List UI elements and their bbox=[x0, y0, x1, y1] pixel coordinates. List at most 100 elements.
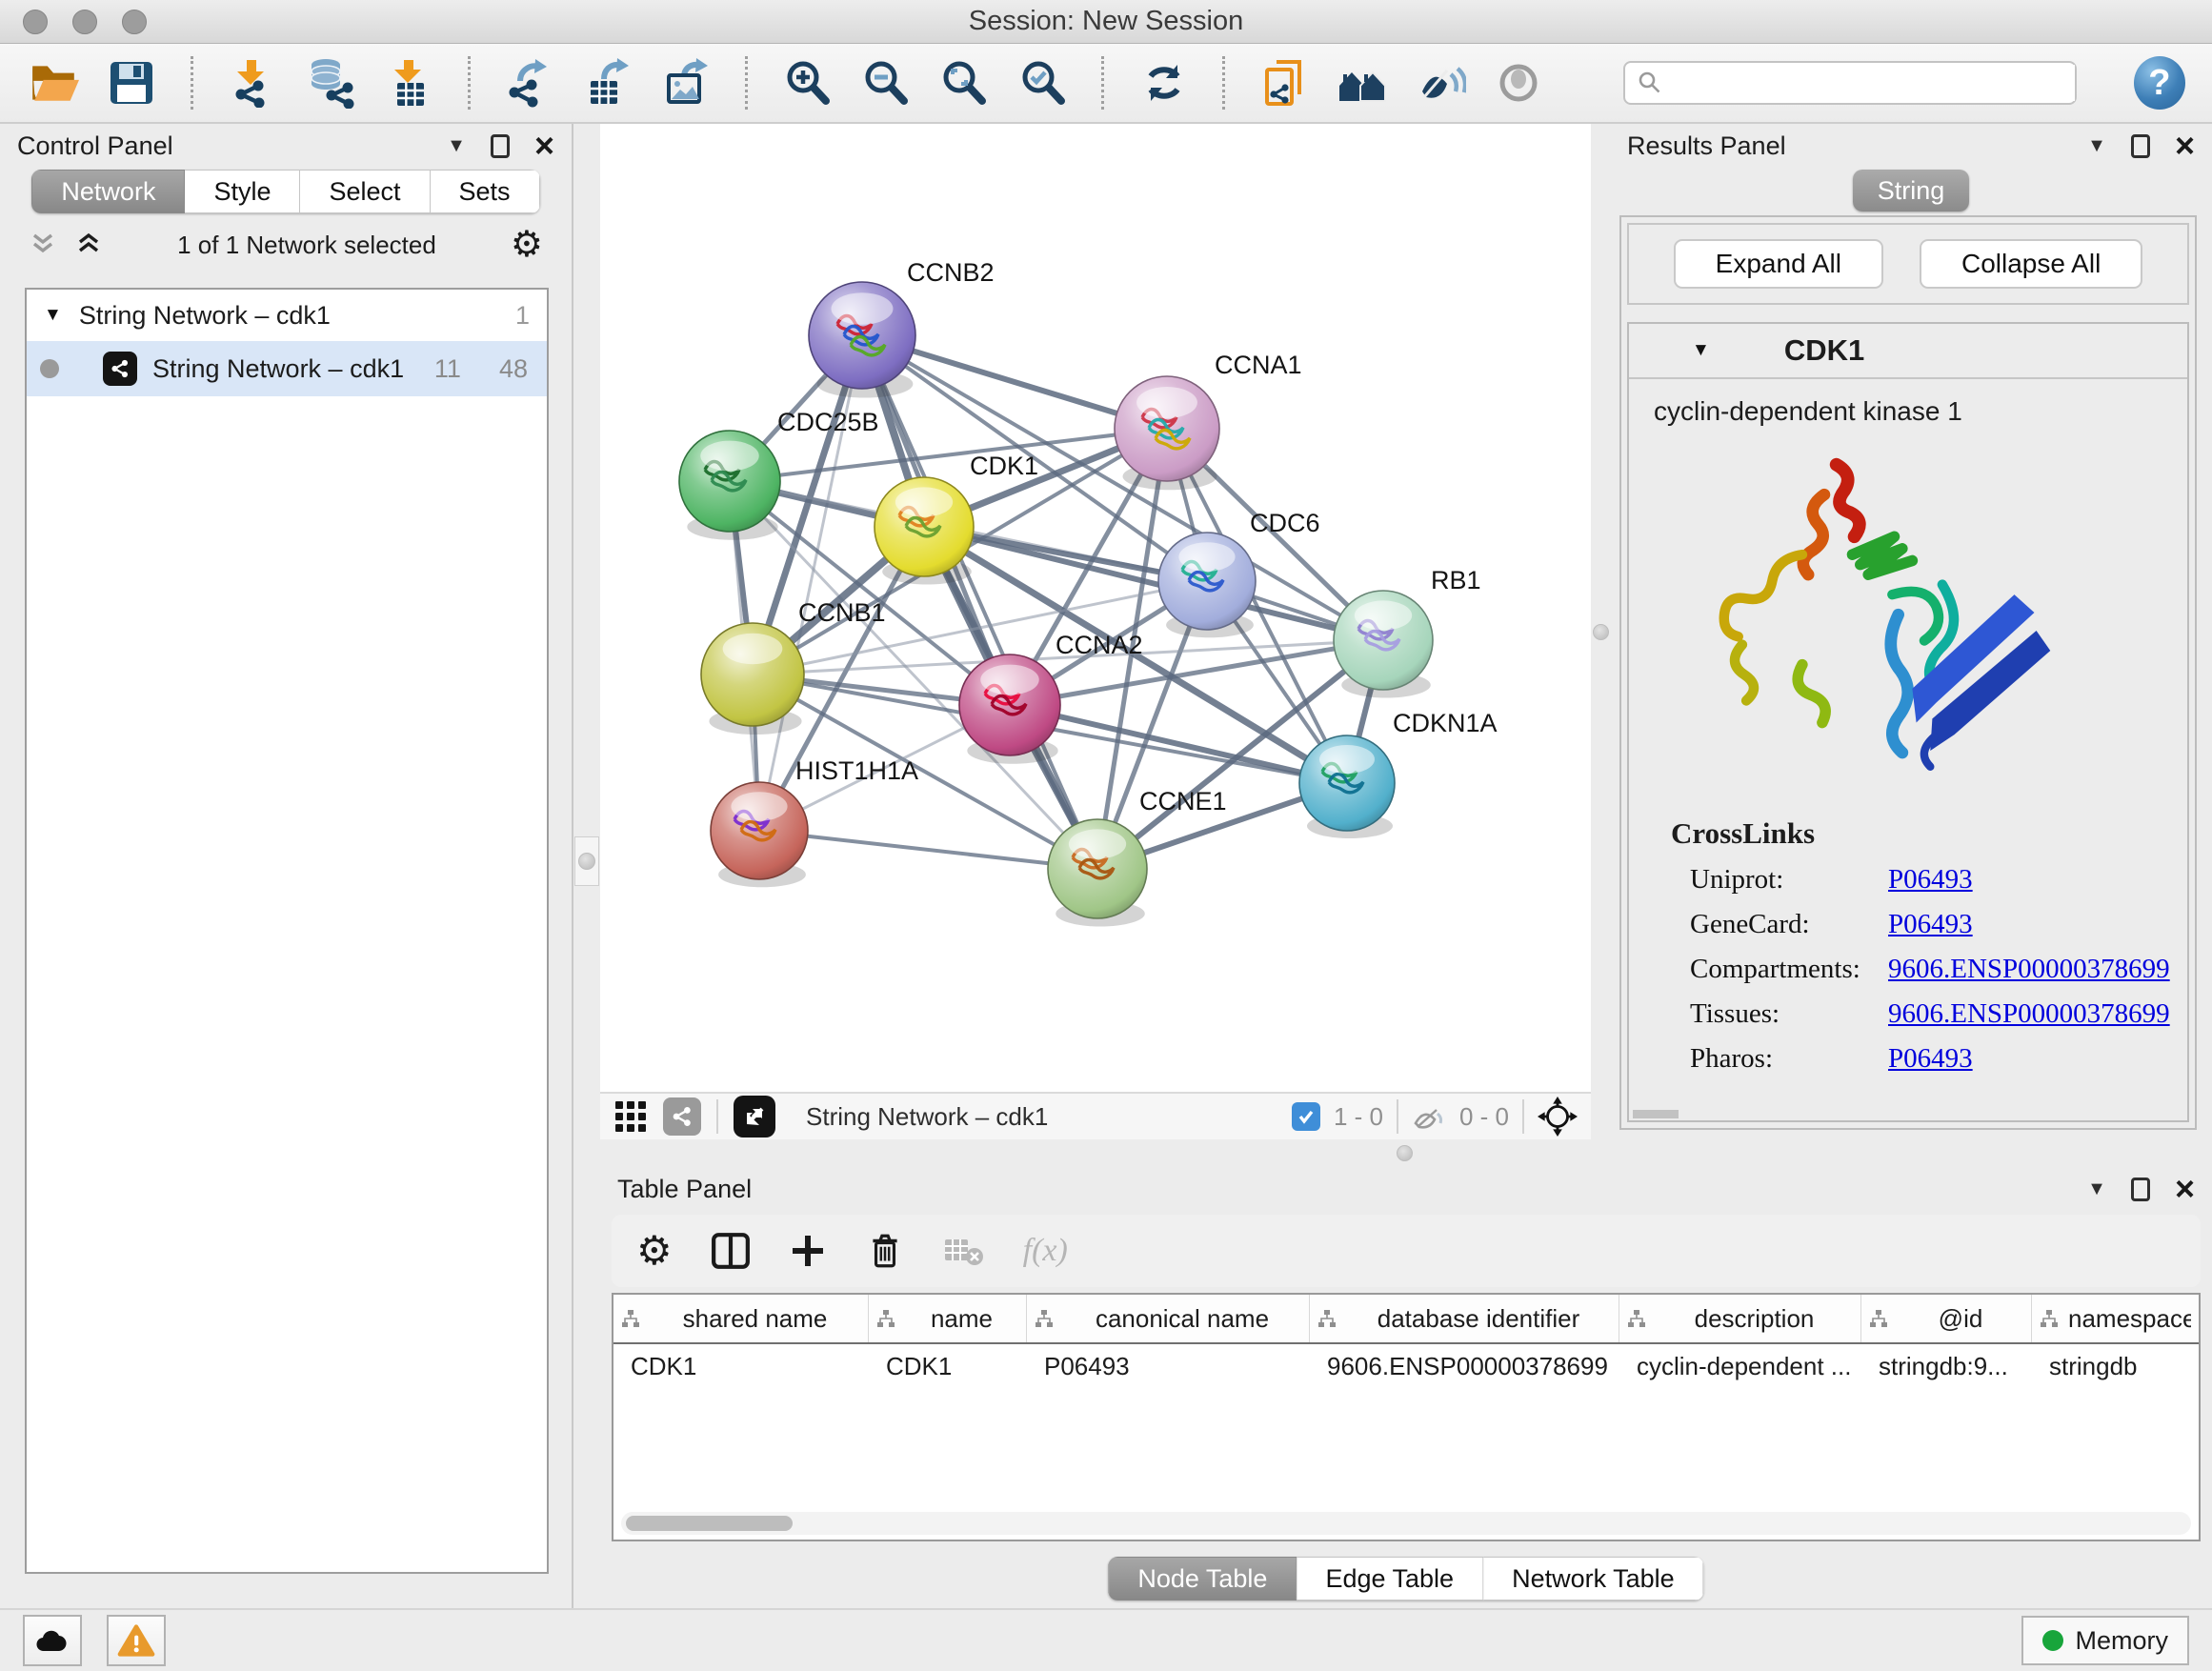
delete-table-icon[interactable] bbox=[943, 1234, 985, 1268]
right-splitter[interactable] bbox=[1591, 124, 1610, 1139]
cell-namespace[interactable]: stringdb bbox=[2032, 1344, 2199, 1390]
tab-network-table[interactable]: Network Table bbox=[1483, 1557, 1704, 1601]
expand-all-icon[interactable] bbox=[74, 232, 103, 258]
column-header[interactable]: name bbox=[869, 1295, 1027, 1342]
expand-all-button[interactable]: Expand All bbox=[1674, 239, 1883, 289]
collapse-all-button[interactable]: Collapse All bbox=[1920, 239, 2142, 289]
show-columns-icon[interactable] bbox=[711, 1231, 751, 1271]
export-network-button[interactable] bbox=[503, 54, 556, 111]
genecard-link[interactable]: P06493 bbox=[1888, 909, 1973, 940]
warnings-button[interactable] bbox=[107, 1615, 166, 1666]
float-panel-icon[interactable] bbox=[2131, 134, 2150, 158]
collapse-panel-icon[interactable]: ▼ bbox=[2087, 1178, 2106, 1200]
clone-network-button[interactable] bbox=[1257, 54, 1311, 111]
tab-sets[interactable]: Sets bbox=[431, 170, 540, 213]
gene-expand-caret-icon[interactable]: ▼ bbox=[1692, 340, 1710, 361]
compartments-link[interactable]: 9606.ENSP00000378699 bbox=[1888, 954, 2170, 985]
tab-select[interactable]: Select bbox=[300, 170, 430, 213]
import-network-file-button[interactable] bbox=[226, 54, 279, 111]
horizontal-splitter-grabber[interactable] bbox=[1397, 1145, 1413, 1161]
cell-id[interactable]: stringdb:9... bbox=[1861, 1344, 2032, 1390]
import-network-database-button[interactable] bbox=[304, 54, 357, 111]
column-header[interactable]: shared name bbox=[613, 1295, 869, 1342]
close-panel-icon[interactable]: × bbox=[2175, 1172, 2195, 1206]
network-options-gear-icon[interactable]: ⚙ bbox=[511, 227, 543, 263]
table-horizontal-scrollbar[interactable] bbox=[621, 1512, 2191, 1535]
tab-string[interactable]: String bbox=[1853, 170, 1969, 211]
tab-edge-table[interactable]: Edge Table bbox=[1297, 1557, 1483, 1601]
close-window-icon[interactable] bbox=[23, 10, 48, 34]
warning-icon bbox=[117, 1623, 155, 1658]
gene-symbol: CDK1 bbox=[1784, 333, 1864, 368]
import-table-file-button[interactable] bbox=[382, 54, 435, 111]
refresh-icon bbox=[1139, 59, 1187, 107]
results-scrollbar[interactable] bbox=[1633, 1110, 1679, 1118]
network-row-selected[interactable]: String Network – cdk1 11 48 bbox=[27, 341, 547, 396]
network-canvas[interactable]: CCNB2CCNA1CDC25BCDK1CDC6RB1CCNB1CCNA2CDK… bbox=[600, 124, 1591, 1139]
refresh-button[interactable] bbox=[1136, 54, 1190, 111]
selected-items-checkbox[interactable] bbox=[1292, 1102, 1320, 1131]
export-table-button[interactable] bbox=[581, 54, 634, 111]
tab-style[interactable]: Style bbox=[185, 170, 300, 213]
cell-name[interactable]: CDK1 bbox=[869, 1344, 1027, 1390]
hierarchy-icon bbox=[1869, 1309, 1888, 1328]
column-header[interactable]: database identifier bbox=[1310, 1295, 1619, 1342]
zoom-selected-button[interactable] bbox=[1016, 54, 1069, 111]
cell-shared-name[interactable]: CDK1 bbox=[613, 1344, 869, 1390]
column-header[interactable]: @id bbox=[1861, 1295, 2032, 1342]
column-header[interactable]: description bbox=[1619, 1295, 1861, 1342]
save-session-button[interactable] bbox=[105, 54, 158, 111]
cell-database-identifier[interactable]: 9606.ENSP00000378699 bbox=[1310, 1344, 1619, 1390]
cell-canonical-name[interactable]: P06493 bbox=[1027, 1344, 1310, 1390]
tab-node-table[interactable]: Node Table bbox=[1108, 1557, 1297, 1601]
collapse-panel-icon[interactable]: ▼ bbox=[2087, 135, 2106, 157]
birds-eye-view-icon[interactable] bbox=[1538, 1097, 1578, 1137]
detach-view-icon[interactable] bbox=[734, 1096, 775, 1137]
delete-column-icon[interactable] bbox=[865, 1231, 905, 1271]
cell-description[interactable]: cyclin-dependent ... bbox=[1619, 1344, 1861, 1390]
horizontal-splitter[interactable] bbox=[600, 1139, 2212, 1167]
right-splitter-grabber[interactable] bbox=[1593, 624, 1609, 640]
collapse-all-icon[interactable] bbox=[29, 232, 57, 258]
column-header[interactable]: canonical name bbox=[1027, 1295, 1310, 1342]
tab-network[interactable]: Network bbox=[31, 170, 185, 213]
network-overview-button[interactable] bbox=[1336, 54, 1389, 111]
left-splitter[interactable] bbox=[572, 124, 600, 1608]
column-header[interactable]: namespace bbox=[2032, 1295, 2199, 1342]
window-controls bbox=[23, 10, 147, 34]
network-view-type-icon[interactable] bbox=[663, 1097, 701, 1136]
hide-graphics-details-button[interactable] bbox=[1414, 54, 1467, 111]
zoom-fit-button[interactable] bbox=[936, 54, 990, 111]
zoom-in-button[interactable] bbox=[780, 54, 834, 111]
search-input[interactable] bbox=[1671, 65, 2075, 101]
open-session-button[interactable] bbox=[27, 54, 80, 111]
cloud-status-button[interactable] bbox=[23, 1615, 82, 1666]
network-collection-row[interactable]: ▼ String Network – cdk1 1 bbox=[27, 290, 547, 341]
function-builder-icon[interactable]: f(x) bbox=[1023, 1233, 1068, 1269]
float-panel-icon[interactable] bbox=[2131, 1178, 2150, 1201]
scrollbar-thumb[interactable] bbox=[626, 1516, 793, 1531]
collection-expand-caret-icon[interactable]: ▼ bbox=[44, 305, 62, 326]
minimize-window-icon[interactable] bbox=[72, 10, 97, 34]
table-panel: Table Panel ▼ × ⚙ f(x) bbox=[600, 1167, 2212, 1608]
maximize-window-icon[interactable] bbox=[122, 10, 147, 34]
collapse-panel-icon[interactable]: ▼ bbox=[447, 135, 466, 157]
grid-view-icon[interactable] bbox=[613, 1099, 648, 1134]
table-options-gear-icon[interactable]: ⚙ bbox=[636, 1231, 673, 1271]
close-panel-icon[interactable]: × bbox=[2175, 129, 2195, 163]
zoom-out-button[interactable] bbox=[858, 54, 912, 111]
level-of-detail-button[interactable] bbox=[1492, 54, 1545, 111]
export-image-button[interactable] bbox=[659, 54, 713, 111]
help-button[interactable]: ? bbox=[2134, 56, 2185, 110]
float-panel-icon[interactable] bbox=[491, 134, 510, 158]
open-folder-icon bbox=[27, 57, 80, 109]
tissues-link[interactable]: 9606.ENSP00000378699 bbox=[1888, 998, 2170, 1030]
network-graph[interactable]: CCNB2CCNA1CDC25BCDK1CDC6RB1CCNB1CCNA2CDK… bbox=[600, 124, 1591, 1092]
table-row[interactable]: CDK1 CDK1 P06493 9606.ENSP00000378699 cy… bbox=[613, 1344, 2199, 1390]
left-splitter-grabber[interactable] bbox=[574, 836, 599, 886]
uniprot-link[interactable]: P06493 bbox=[1888, 864, 1973, 896]
memory-button[interactable]: Memory bbox=[2021, 1616, 2189, 1665]
create-column-icon[interactable] bbox=[789, 1232, 827, 1270]
pharos-link[interactable]: P06493 bbox=[1888, 1043, 1973, 1075]
close-panel-icon[interactable]: × bbox=[534, 129, 554, 163]
